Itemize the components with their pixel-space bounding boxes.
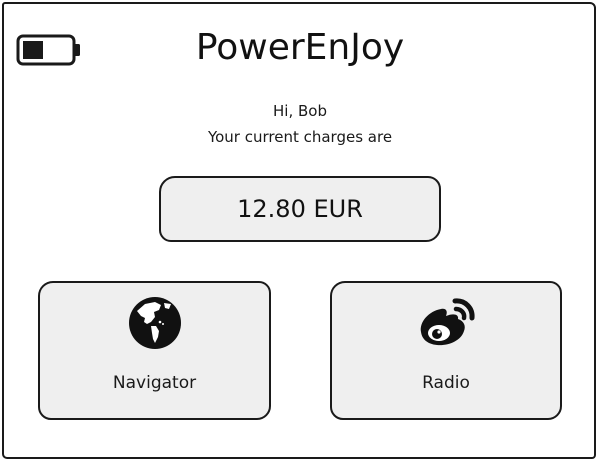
navigator-button[interactable]: Navigator [38, 281, 271, 420]
greeting-text: Hi, Bob [273, 102, 327, 120]
weibo-radio-icon [420, 298, 475, 346]
current-charges-panel: 12.80 EUR [159, 176, 441, 242]
radio-label: Radio [422, 373, 470, 393]
app-title: PowerEnJoy [195, 27, 405, 68]
current-charges-value: 12.80 EUR [237, 195, 363, 223]
radio-button[interactable]: Radio [330, 281, 562, 420]
globe-icon [128, 297, 181, 349]
charges-caption: Your current charges are [207, 128, 393, 146]
navigator-label: Navigator [112, 373, 197, 393]
